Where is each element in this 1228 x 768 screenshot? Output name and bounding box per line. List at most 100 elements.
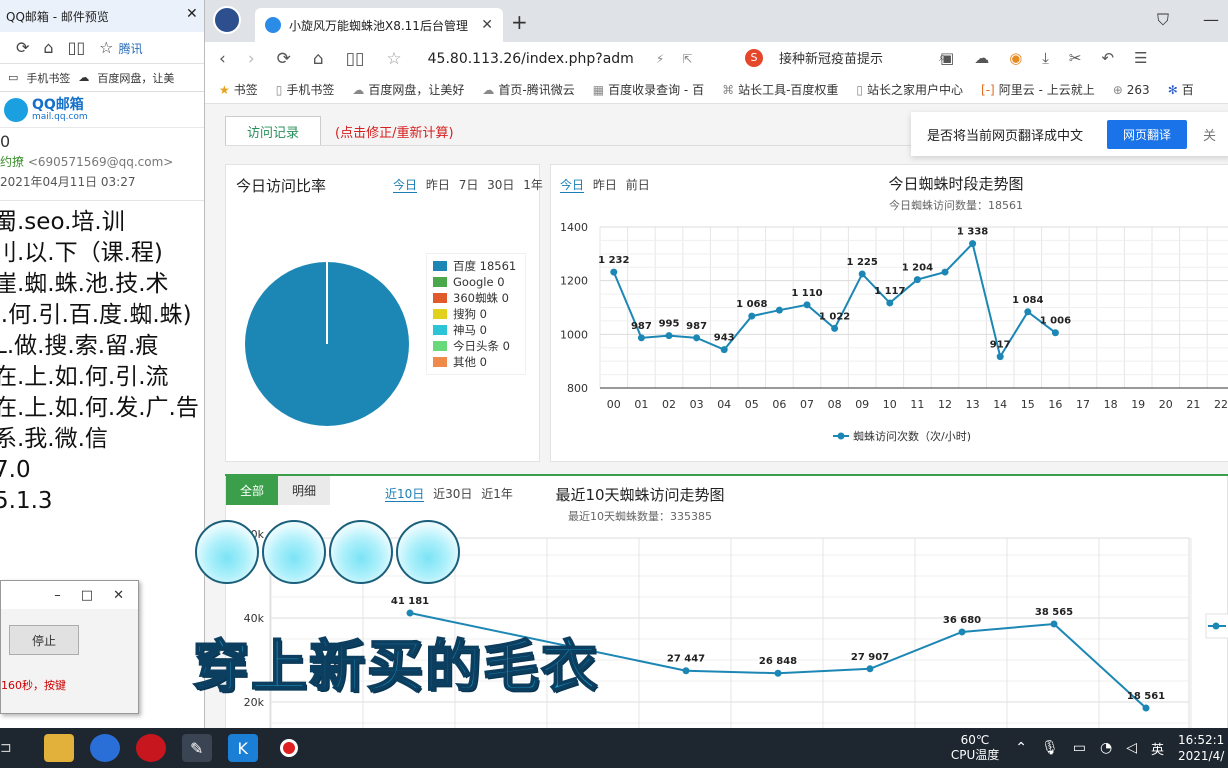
desktop: QQ邮箱 - 邮件预览 ✕ ⟳ ⌂ ▯▯ ☆ 腾讯 ▭ 手机书签 ☁ 百度网盘，… <box>0 0 1228 768</box>
browser-taskbar-icon[interactable] <box>89 734 120 762</box>
forward-icon[interactable]: › <box>248 49 255 69</box>
x-tick-label: 03 <box>690 398 704 411</box>
clock-time: 16:52:1 <box>1178 733 1225 747</box>
search-engine-icon[interactable]: S <box>745 48 763 67</box>
bookmark-label: 阿里云 - 上云就上 <box>998 83 1095 97</box>
maximize-icon[interactable]: □ <box>81 588 93 603</box>
bookmark-item[interactable]: ✻ 百 <box>1168 81 1194 98</box>
new-tab-icon[interactable]: + <box>511 10 528 34</box>
reader-icon[interactable]: ▯▯ <box>346 49 365 69</box>
reader-icon[interactable]: ▯▯ <box>68 38 86 57</box>
star-icon[interactable]: ☆ 腾讯 <box>99 38 142 57</box>
record-icon[interactable] <box>274 734 304 762</box>
bookmark-label: 手机书签 <box>286 83 335 97</box>
mail-bookmark-2[interactable]: 百度网盘，让美 <box>97 70 174 86</box>
extension-icon[interactable]: ▣ <box>940 49 954 67</box>
bookmark-item[interactable]: ⊕ 263 <box>1113 83 1150 97</box>
mail-body-line: J.何.引.百.度.蜘.蛛) <box>0 302 192 328</box>
mail-bookmark-1[interactable]: 手机书签 <box>26 70 70 86</box>
task-view-icon[interactable]: ⊐ <box>0 740 12 756</box>
search-box[interactable]: S 接种新冠疫苗提示 ⌕ <box>745 48 946 67</box>
translate-prompt: 是否将当前网页翻译成中文 <box>927 128 1084 144</box>
legend-item[interactable]: 百度 18561 <box>433 258 519 274</box>
bubble-decoration <box>262 520 326 584</box>
bookmark-item[interactable]: [-] 阿里云 - 上云就上 <box>981 81 1095 98</box>
period-today[interactable]: 今日 <box>393 178 418 193</box>
tab-access-log[interactable]: 访问记录 <box>225 116 322 146</box>
stop-button[interactable]: 停止 <box>9 625 79 655</box>
translate-button[interactable]: 网页翻译 <box>1107 119 1188 149</box>
minimize-icon[interactable]: – <box>54 588 61 603</box>
bookmark-item[interactable]: ▯ 站长之家用户中心 <box>856 81 963 98</box>
clock[interactable]: 16:52:1 2021/4/ <box>1178 732 1228 764</box>
share-icon[interactable]: ⇱ <box>682 52 692 66</box>
data-label: 27 907 <box>851 652 889 663</box>
browser-globe-icon <box>265 17 281 33</box>
translate-close[interactable]: 关 <box>1203 125 1216 144</box>
legend-label: Google 0 <box>453 275 505 289</box>
wifi-icon[interactable]: ◔ <box>1100 740 1112 756</box>
legend-item[interactable]: 搜狗 0 <box>433 306 519 322</box>
legend-item[interactable]: 其他 0 <box>433 354 519 370</box>
navigation-bar: ‹ › ⟳ ⌂ ▯▯ ☆ 45.80.113.26/index.php?adm … <box>205 42 1228 76</box>
back-icon[interactable]: ‹ <box>219 49 226 69</box>
recalc-link[interactable]: (点击修正/重新计算) <box>321 117 468 146</box>
data-label: 1 084 <box>1012 295 1043 306</box>
y-tick-label: 1400 <box>560 221 588 234</box>
bookmark-item[interactable]: ☁ 首页-腾讯微云 <box>482 81 574 98</box>
minimize-icon[interactable]: — <box>1203 10 1219 29</box>
star-icon[interactable]: ☆ <box>386 49 401 69</box>
baidu-pan-icon: ☁ <box>352 83 365 97</box>
lightning-icon[interactable]: ⚡ <box>656 52 664 66</box>
page-icon: ▯ <box>856 83 864 97</box>
battery-icon[interactable]: ▭ <box>1073 740 1086 756</box>
bubble-decoration <box>329 520 393 584</box>
chevron-up-icon[interactable]: ⌃ <box>1015 740 1027 756</box>
x-tick-label: 10 <box>883 398 897 411</box>
refresh-icon[interactable]: ⟳ <box>16 38 29 57</box>
period-yesterday[interactable]: 昨日 <box>426 178 450 192</box>
legend-item[interactable]: 神马 0 <box>433 322 519 338</box>
x-tick-label: 18 <box>1104 398 1118 411</box>
refresh-icon[interactable]: ⟳ <box>277 49 291 69</box>
tab-admin[interactable]: 小旋风万能蜘蛛池X8.11后台管理 ✕ <box>255 8 503 42</box>
data-label: 1 068 <box>736 299 767 310</box>
user-avatar[interactable] <box>213 6 241 34</box>
ime-indicator[interactable]: 英 <box>1151 739 1164 758</box>
shield-app-icon[interactable] <box>135 734 166 762</box>
scissors-icon[interactable]: ✂ <box>1069 49 1082 67</box>
bookmark-item[interactable]: ▦ 百度收录查询 - 百 <box>593 81 704 98</box>
legend-swatch <box>433 261 447 271</box>
download-icon[interactable]: ⤓ <box>1042 49 1049 67</box>
legend-item[interactable]: Google 0 <box>433 274 519 290</box>
file-explorer-icon[interactable] <box>43 734 74 762</box>
notepad-icon[interactable]: ✎ <box>181 734 212 762</box>
bookmark-item[interactable]: ▯ 手机书签 <box>276 81 335 98</box>
undo-icon[interactable]: ↶ <box>1102 49 1115 67</box>
legend-item[interactable]: 今日头条 0 <box>433 338 519 354</box>
k-app-icon[interactable]: K <box>227 734 258 762</box>
mail-body-line: 7.0 <box>0 457 31 483</box>
address-bar[interactable]: 45.80.113.26/index.php?adm <box>428 51 634 67</box>
home-icon[interactable]: ⌂ <box>313 49 324 69</box>
close-icon[interactable]: ✕ <box>113 588 124 603</box>
period-7d[interactable]: 7日 <box>459 178 479 192</box>
game-icon[interactable]: ◉ <box>1009 49 1022 67</box>
tab-close-icon[interactable]: ✕ <box>481 17 493 33</box>
close-icon[interactable]: ✕ <box>186 6 198 22</box>
shirt-icon[interactable]: ⛉ <box>1157 10 1169 30</box>
home-icon[interactable]: ⌂ <box>43 38 53 57</box>
chart-subtitle: 最近10天蜘蛛数量：335385 <box>568 509 712 523</box>
bookmark-item[interactable]: ⌘ 站长工具-百度权重 <box>722 81 838 98</box>
volume-icon[interactable]: ◁ <box>1126 740 1137 756</box>
tool-icon: ⌘ <box>722 83 735 97</box>
legend-item[interactable]: 360蜘蛛 0 <box>433 290 519 306</box>
weather-icon[interactable]: ☁ <box>974 49 989 67</box>
bookmark-item[interactable]: ★ 书签 <box>219 81 258 98</box>
menu-icon[interactable]: ☰ <box>1134 49 1147 67</box>
bookmark-item[interactable]: ☁ 百度网盘，让美好 <box>352 81 464 98</box>
microphone-icon[interactable]: 🎙 <box>1041 740 1059 756</box>
period-1y[interactable]: 1年 <box>523 178 543 192</box>
pie-period-selector: 今日 昨日 7日 30日 1年 <box>393 176 548 193</box>
period-30d[interactable]: 30日 <box>487 178 514 192</box>
